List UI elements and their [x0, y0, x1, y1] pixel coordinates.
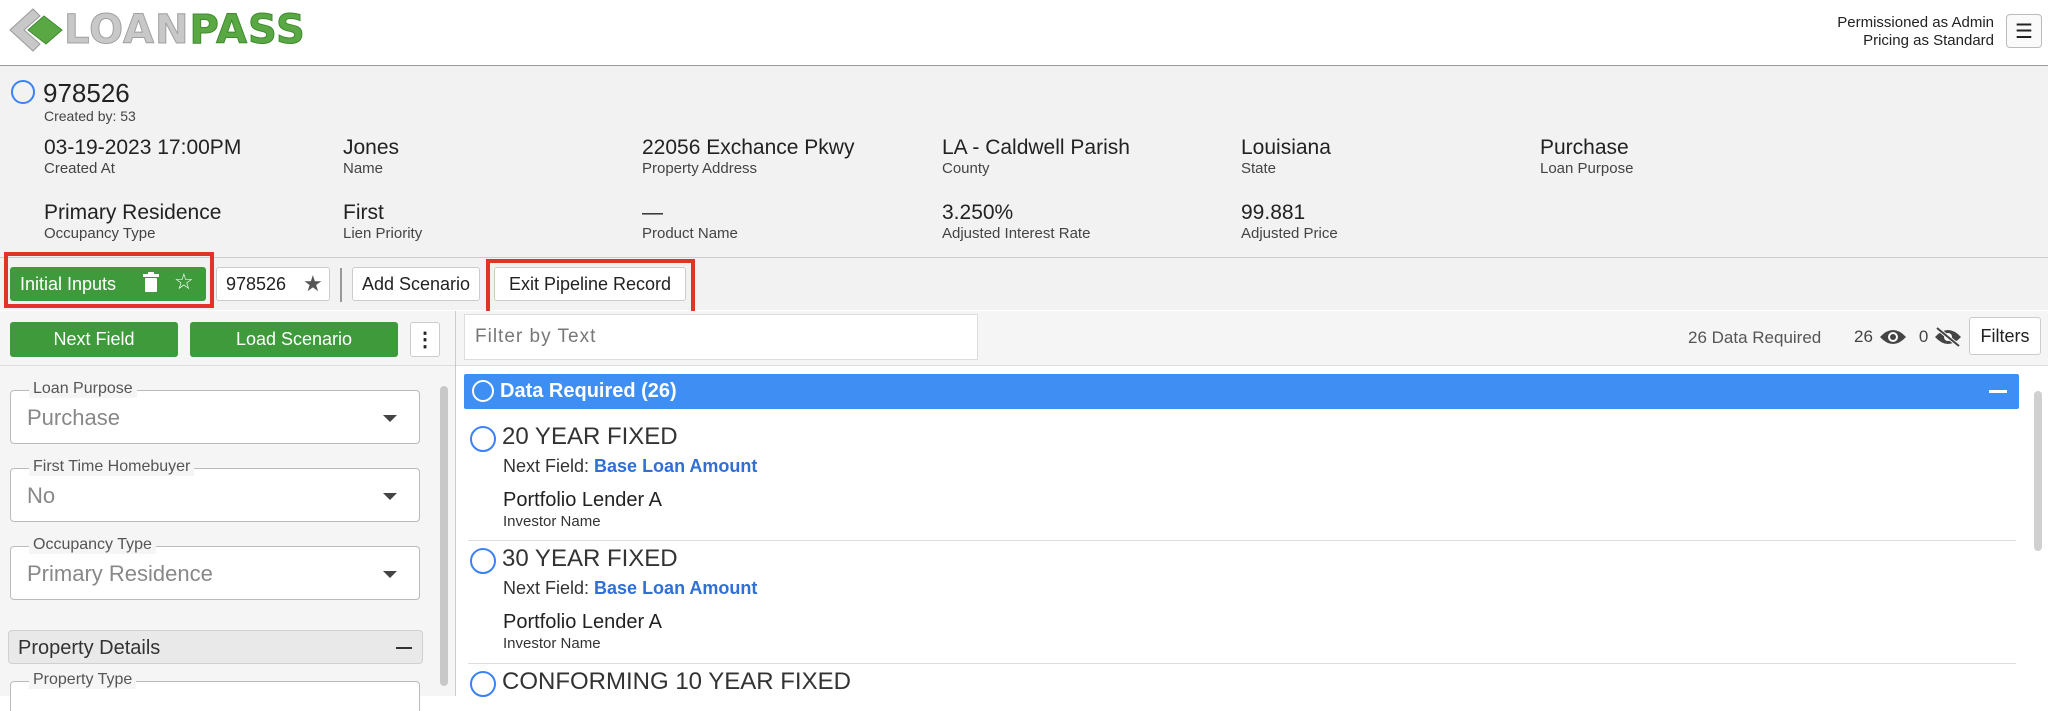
product-select-radio[interactable]	[470, 548, 496, 574]
eye-icon[interactable]	[1879, 327, 1907, 347]
loan-purpose-select[interactable]: Loan Purpose Purchase	[10, 380, 420, 444]
row-divider	[468, 663, 2016, 664]
record-created-by: Created by: 53	[44, 108, 136, 124]
group-select-radio[interactable]	[472, 380, 494, 402]
chevron-down-icon	[383, 571, 397, 578]
products-panel: Filter by Text 26 Data Required 26 0 Fil…	[456, 311, 2048, 697]
investor-name-value: Portfolio Lender A	[503, 489, 662, 511]
filters-button[interactable]: Filters	[1969, 317, 2041, 355]
record-id: 978526	[43, 78, 130, 108]
first-time-homebuyer-legend: First Time Homebuyer	[29, 458, 195, 476]
permission-info: Permissioned as Admin Pricing as Standar…	[1837, 14, 1994, 50]
next-field-link[interactable]: Base Loan Amount	[594, 578, 757, 598]
logo-mark-icon	[9, 8, 63, 52]
scenario-tab-label: 978526	[226, 273, 287, 294]
field-lien-priority: First Lien Priority	[343, 201, 423, 242]
loan-purpose-value: Purchase	[27, 405, 120, 430]
data-required-group-header[interactable]: Data Required (26)	[464, 374, 2019, 409]
highlight-initial-inputs	[4, 252, 214, 308]
occupancy-type-value: Primary Residence	[27, 561, 213, 586]
product-row[interactable]: 20 YEAR FIXED Next Field: Base Loan Amou…	[464, 423, 2016, 533]
filter-by-text-input[interactable]: Filter by Text	[464, 314, 978, 360]
filters-label: Filters	[1980, 325, 2030, 346]
data-required-count: 26 Data Required	[1688, 328, 1822, 347]
more-vertical-icon: ⋮	[415, 329, 435, 351]
visible-count: 26	[1854, 327, 1873, 346]
group-title: Data Required (26)	[500, 380, 677, 402]
inputs-panel: Next Field Load Scenario ⋮ Loan Purpose …	[0, 311, 456, 711]
pipeline-record-summary: 978526 Created by: 53 03-19-2023 17:00PM…	[0, 66, 2048, 258]
collapse-icon[interactable]	[1989, 390, 2007, 393]
product-name: CONFORMING 10 YEAR FIXED	[502, 668, 851, 695]
loanpass-logo[interactable]: LOANPASS	[6, 6, 306, 54]
first-time-homebuyer-value: No	[27, 483, 56, 508]
next-field-button[interactable]: Next Field	[10, 322, 178, 357]
tab-divider	[340, 268, 342, 302]
property-type-select[interactable]: Property Type	[10, 671, 420, 711]
logo-loan-text: LOAN	[63, 7, 190, 53]
occupancy-type-select[interactable]: Occupancy Type Primary Residence	[10, 536, 420, 600]
app-header: LOANPASS Permissioned as Admin Pricing a…	[0, 0, 2048, 66]
field-adjusted-price: 99.881 Adjusted Price	[1241, 201, 1338, 242]
logo-pass-text: PASS	[189, 7, 306, 53]
product-select-radio[interactable]	[470, 671, 496, 697]
collapse-icon[interactable]	[396, 647, 412, 649]
more-options-button[interactable]: ⋮	[410, 322, 440, 357]
field-occupancy-type: Primary Residence Occupancy Type	[44, 201, 222, 242]
highlight-exit-pipeline	[486, 259, 695, 315]
investor-name-value: Portfolio Lender A	[503, 611, 662, 633]
inputs-toolbar: Next Field Load Scenario ⋮	[0, 311, 455, 366]
property-type-legend: Property Type	[29, 671, 137, 689]
field-loan-purpose: Purchase Loan Purpose	[1540, 136, 1634, 177]
product-select-radio[interactable]	[470, 426, 496, 452]
inputs-scroll-thumb[interactable]	[440, 386, 448, 686]
field-created-at: 03-19-2023 17:00PM Created At	[44, 136, 242, 177]
investor-name-label: Investor Name	[503, 513, 601, 530]
hidden-count: 0	[1918, 327, 1929, 346]
property-details-section-header[interactable]: Property Details	[8, 630, 423, 664]
field-county: LA - Caldwell Parish County	[942, 136, 1130, 177]
load-scenario-button[interactable]: Load Scenario	[190, 322, 398, 357]
field-state: Louisiana State	[1241, 136, 1331, 177]
permission-role: Permissioned as Admin	[1837, 14, 1994, 31]
next-field-link[interactable]: Base Loan Amount	[594, 456, 757, 476]
field-name: Jones Name	[343, 136, 400, 177]
products-scroll-thumb[interactable]	[2034, 391, 2042, 551]
occupancy-type-legend: Occupancy Type	[29, 536, 156, 554]
chevron-down-icon	[383, 415, 397, 422]
product-row[interactable]: CONFORMING 10 YEAR FIXED	[464, 668, 2016, 697]
field-adjusted-interest-rate: 3.250% Adjusted Interest Rate	[942, 201, 1091, 242]
add-scenario-button[interactable]: Add Scenario	[352, 267, 480, 301]
pricing-role: Pricing as Standard	[1863, 32, 1994, 49]
chevron-down-icon	[383, 493, 397, 500]
products-toolbar: Filter by Text 26 Data Required 26 0 Fil…	[456, 311, 2048, 366]
property-details-title: Property Details	[18, 637, 161, 659]
row-divider	[468, 540, 2016, 541]
product-name: 30 YEAR FIXED	[502, 545, 678, 572]
field-product-name: — Product Name	[642, 201, 738, 242]
scenario-tab-978526[interactable]: 978526 ★	[216, 267, 330, 301]
hamburger-icon: ☰	[2015, 20, 2033, 43]
field-property-address: 22056 Exchance Pkwy Property Address	[642, 136, 855, 177]
next-field-label: Next Field	[53, 329, 135, 349]
product-row[interactable]: 30 YEAR FIXED Next Field: Base Loan Amou…	[464, 545, 2016, 655]
loan-purpose-legend: Loan Purpose	[29, 380, 137, 398]
main-menu-button[interactable]: ☰	[2006, 14, 2042, 48]
first-time-homebuyer-select[interactable]: First Time Homebuyer No	[10, 458, 420, 522]
investor-name-label: Investor Name	[503, 635, 601, 652]
scenario-tabs-bar: Initial Inputs ☆ 978526 ★ Add Scenario E…	[0, 252, 2048, 315]
visibility-counts: 26 0	[1854, 326, 1962, 348]
product-next-field: Next Field: Base Loan Amount	[503, 578, 758, 598]
add-scenario-label: Add Scenario	[361, 273, 471, 294]
eye-off-icon[interactable]	[1934, 326, 1962, 348]
product-name: 20 YEAR FIXED	[502, 423, 678, 450]
product-next-field: Next Field: Base Loan Amount	[503, 456, 758, 476]
record-select-radio[interactable]	[11, 80, 35, 104]
star-filled-icon[interactable]: ★	[303, 271, 323, 297]
load-scenario-label: Load Scenario	[235, 329, 353, 349]
